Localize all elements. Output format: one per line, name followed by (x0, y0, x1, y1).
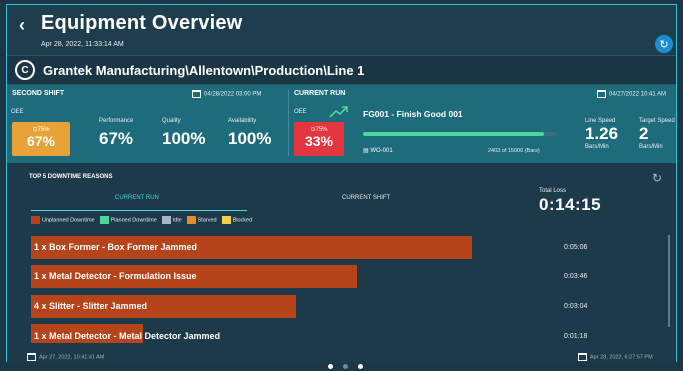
metric-label: Quality (162, 118, 181, 124)
active-tab-underline (31, 210, 247, 211)
calendar-icon (578, 353, 587, 361)
downtime-duration: 0:01:18 (564, 333, 588, 340)
header-datetime: Apr 28, 2022, 11:33:14 AM (41, 41, 124, 48)
tab-current-run[interactable]: CURRENT RUN (115, 195, 159, 201)
refresh-icon[interactable]: ↻ (655, 35, 673, 53)
calendar-icon (597, 90, 606, 98)
carousel-dot[interactable] (328, 364, 333, 369)
footer-end-date: Apr 28, 2022, 6:27:57 PM (578, 353, 653, 361)
location-bar: C Grantek Manufacturing\Allentown\Produc… (7, 55, 676, 85)
downtime-reason-bar[interactable]: 4 x Slitter - Slitter Jammed (31, 295, 296, 318)
downtime-panel: TOP 5 DOWNTIME REASONS ↻ CURRENT RUN CUR… (7, 163, 676, 363)
calendar-icon (192, 90, 201, 98)
downtime-reason-bar[interactable]: 1 x Metal Detector - Formulation Issue (31, 265, 357, 288)
second-shift-panel: SECOND SHIFT 04/28/2022 03:00 PM OEE ⊙75… (7, 85, 288, 163)
back-icon[interactable]: ‹ (19, 15, 25, 36)
legend-swatch (99, 216, 109, 224)
oee-target: ⊙75% (310, 127, 328, 133)
current-run-panel: CURRENT RUN 04/27/2022 10:41 AM OEE ⊙75%… (289, 85, 676, 163)
legend-item: Blocked (221, 216, 252, 224)
equipment-overview-frame: ‹ Equipment Overview Apr 28, 2022, 11:33… (6, 4, 677, 363)
current-run-oee-box: ⊙75% 33% (294, 122, 344, 156)
legend-item: Unplanned Downtime (31, 216, 95, 224)
page-title: Equipment Overview (41, 12, 243, 34)
downtime-duration: 0:03:04 (564, 303, 588, 310)
second-shift-date: 04/28/2022 03:00 PM (192, 90, 261, 98)
carousel-dots (328, 364, 363, 369)
oee-label: OEE (294, 109, 307, 115)
legend-swatch (186, 216, 196, 224)
calendar-icon (27, 353, 36, 361)
oee-target: ⊙75% (32, 127, 50, 133)
progress-text: 2403 of 15000 (Bars) (488, 148, 540, 154)
downtime-reason-bar[interactable]: 1 x Box Former - Box Former Jammed (31, 236, 472, 259)
carousel-dot[interactable] (358, 364, 363, 369)
metric-value: 100% (162, 129, 206, 148)
legend-item: Starved (186, 216, 217, 224)
legend-swatch (31, 216, 40, 224)
current-run-date: 04/27/2022 10:41 AM (597, 90, 666, 98)
run-progress-track (363, 132, 556, 136)
footer-start-date: Apr 27, 2022, 10:41:41 AM (27, 353, 104, 361)
downtime-reason-bar[interactable]: 1 x Metal Detector - Metal Detector Jamm… (31, 324, 220, 343)
metric-value: 100% (228, 129, 272, 148)
downtime-legend: Unplanned Downtime Planned Downtime Idle… (31, 216, 252, 224)
target-speed-unit: Bars/Min (639, 144, 663, 150)
metric-label: Availability (228, 118, 257, 124)
carousel-dot[interactable] (343, 364, 348, 369)
line-speed-value: 1.26 (585, 124, 619, 143)
header: ‹ Equipment Overview Apr 28, 2022, 11:33… (7, 5, 676, 55)
reload-icon[interactable]: ↻ (652, 171, 662, 185)
oee-label: OEE (11, 109, 24, 115)
legend-swatch (221, 216, 231, 224)
trend-up-icon (329, 106, 348, 118)
total-loss-label: Total Loss (539, 188, 567, 194)
company-logo-icon: C (15, 60, 35, 80)
oee-value: 33% (304, 133, 334, 149)
run-progress-fill (363, 132, 545, 136)
oee-value: 67% (26, 133, 56, 149)
second-shift-title: SECOND SHIFT (12, 90, 65, 97)
second-shift-oee-box: ⊙75% 67% (12, 122, 70, 156)
metric-value: 67% (99, 129, 134, 148)
downtime-scrollbar[interactable] (668, 235, 670, 327)
metric-label: Performance (99, 118, 134, 124)
location-path: Grantek Manufacturing\Allentown\Producti… (43, 63, 365, 78)
legend-item: Planned Downtime (99, 216, 157, 224)
total-loss-value: 0:14:15 (539, 195, 602, 214)
current-run-title: CURRENT RUN (294, 90, 346, 97)
tab-current-shift[interactable]: CURRENT SHIFT (342, 195, 390, 201)
downtime-duration: 0:03:46 (564, 273, 588, 280)
legend-item: Idle (161, 216, 182, 224)
shift-panels: SECOND SHIFT 04/28/2022 03:00 PM OEE ⊙75… (7, 85, 676, 163)
legend-swatch (161, 216, 171, 224)
downtime-duration: 0:05:06 (564, 244, 588, 251)
work-order: ▤ WO-001 (363, 148, 393, 154)
downtime-title: TOP 5 DOWNTIME REASONS (29, 174, 113, 180)
line-speed-unit: Bars/Min (585, 144, 609, 150)
product-name: FG001 - Finish Good 001 (363, 109, 463, 119)
target-speed-value: 2 (639, 124, 649, 143)
